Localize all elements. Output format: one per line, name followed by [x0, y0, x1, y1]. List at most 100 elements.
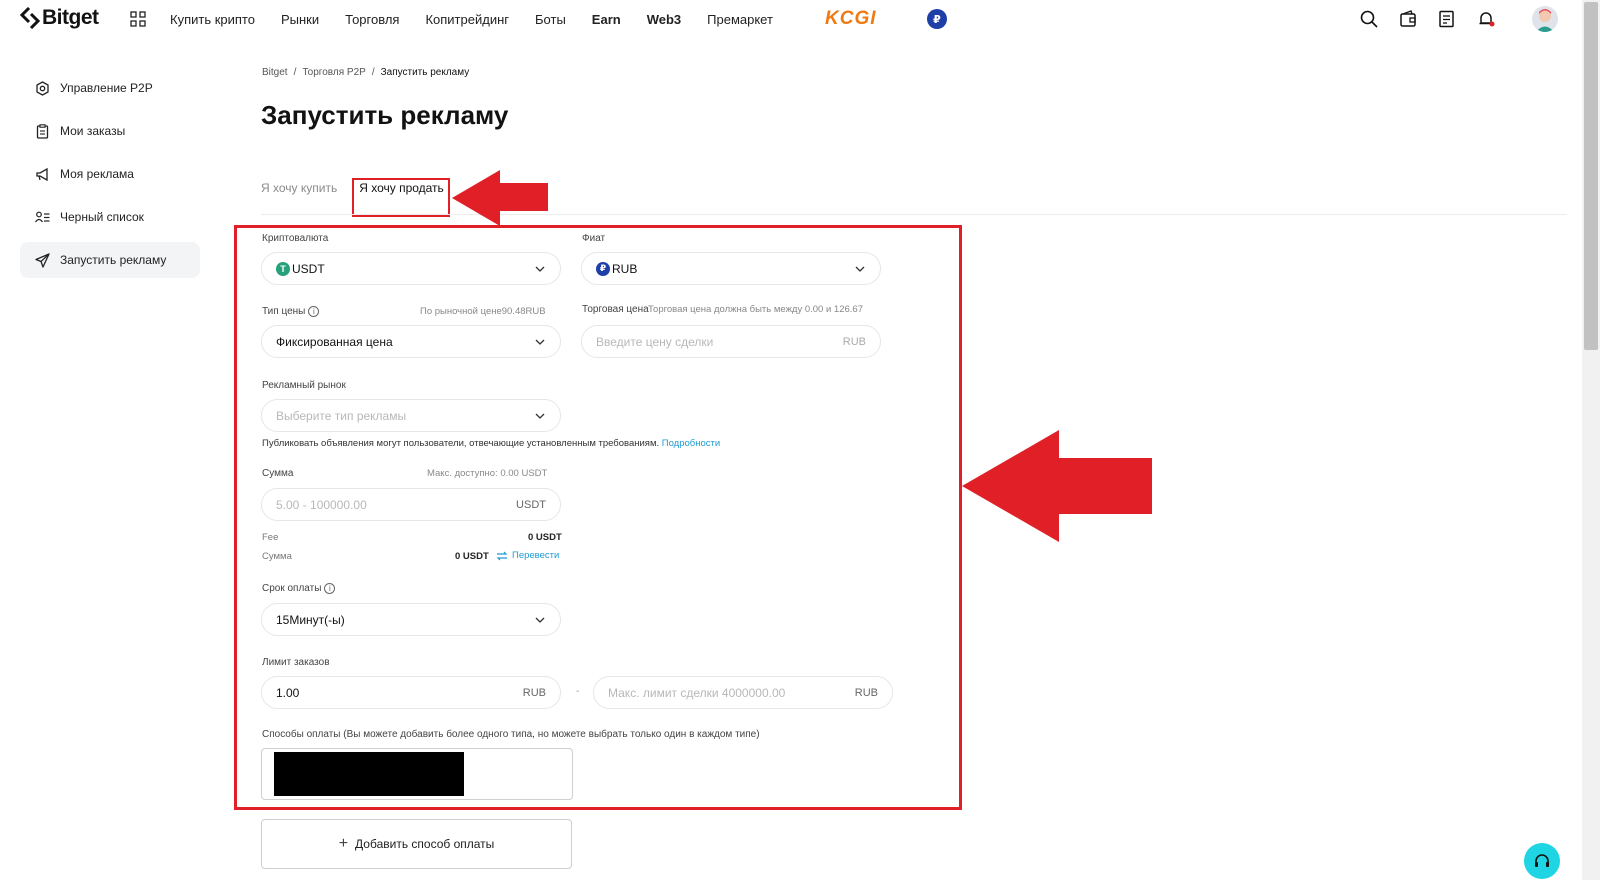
amount-label: Сумма: [262, 468, 294, 479]
sidebar-item-my-orders[interactable]: Мои заказы: [20, 113, 200, 149]
page-scrollbar[interactable]: [1582, 0, 1600, 880]
payment-term-select[interactable]: 15Минут(-ы): [261, 603, 561, 636]
usdt-coin-icon: T: [276, 261, 290, 276]
user-avatar[interactable]: [1532, 6, 1558, 32]
order-limit-max-input[interactable]: Макс. лимит сделки 4000000.00 RUB: [593, 676, 893, 709]
top-nav: Bitget Купить крипто Рынки Торговля Копи…: [0, 0, 1570, 40]
apps-grid-icon[interactable]: [130, 11, 146, 27]
payment-term-label: Срок оплаты i: [262, 583, 336, 594]
plus-icon: +: [338, 835, 349, 852]
ad-market-label: Рекламный рынок: [262, 380, 346, 391]
market-price-hint: По рыночной цене90.48RUB: [420, 306, 546, 317]
kcgi-promo[interactable]: KCGI: [825, 8, 877, 30]
nav-premarket[interactable]: Премаркет: [707, 12, 773, 27]
wallet-icon[interactable]: [1397, 8, 1419, 30]
fiat-select[interactable]: ₽ RUB: [581, 252, 881, 285]
nav-markets[interactable]: Рынки: [281, 12, 319, 27]
nav-menu: Купить крипто Рынки Торговля Копитрейдин…: [170, 0, 799, 38]
sell-tab-highlight-box: [352, 178, 450, 217]
sidebar-item-label: Запустить рекламу: [60, 253, 167, 267]
trade-price-label: Торговая цена: [582, 304, 649, 315]
notification-bell-icon[interactable]: [1475, 8, 1497, 30]
breadcrumb: Bitget / Торговля P2P / Запустить реклам…: [262, 67, 475, 78]
order-limit-min-value: 1.00: [276, 685, 300, 700]
support-chat-button[interactable]: [1524, 843, 1560, 879]
sidebar: Управление P2P Мои заказы Моя реклама Че…: [20, 70, 200, 285]
transfer-link[interactable]: Перевести: [496, 550, 559, 561]
price-type-value: Фиксированная цена: [276, 334, 393, 349]
crypto-select[interactable]: T USDT: [261, 252, 561, 285]
brand-name: Bitget: [42, 6, 99, 29]
order-limit-min-input[interactable]: 1.00 RUB: [261, 676, 561, 709]
transfer-icon: [496, 551, 508, 560]
tab-buy[interactable]: Я хочу купить: [261, 181, 337, 195]
sidebar-item-blacklist[interactable]: Черный список: [20, 199, 200, 235]
fee-label: Fee: [262, 532, 279, 543]
breadcrumb-home[interactable]: Bitget: [262, 67, 288, 78]
chevron-down-icon: [535, 413, 545, 419]
crypto-label: Криптовалюта: [262, 233, 329, 244]
info-icon[interactable]: i: [324, 583, 336, 594]
nav-copy-trading[interactable]: Копитрейдинг: [425, 12, 509, 27]
page-title: Запустить рекламу: [261, 100, 509, 130]
nav-earn[interactable]: Earn: [592, 12, 621, 27]
chevron-down-icon: [535, 339, 545, 345]
max-available-hint: Макс. доступно: 0.00 USDT: [427, 468, 548, 479]
search-icon[interactable]: [1358, 8, 1380, 30]
sidebar-item-label: Мои заказы: [60, 124, 126, 138]
fiat-value: RUB: [612, 261, 638, 276]
annotation-arrow-tab: [452, 170, 548, 226]
sidebar-item-label: Моя реклама: [60, 167, 134, 181]
crypto-value: USDT: [292, 261, 325, 276]
settings-icon: [34, 80, 50, 96]
nav-web3[interactable]: Web3: [647, 12, 681, 27]
amount-input[interactable]: 5.00 - 100000.00 USDT: [261, 488, 561, 521]
trade-price-input[interactable]: Введите цену сделки RUB: [581, 325, 881, 358]
orders-icon[interactable]: [1436, 8, 1458, 30]
nav-buy-crypto[interactable]: Купить крипто: [170, 12, 255, 27]
order-limit-label: Лимит заказов: [262, 657, 330, 668]
breadcrumb-separator: /: [371, 67, 375, 78]
trade-price-unit: RUB: [842, 335, 866, 348]
top-icons: [1358, 8, 1514, 30]
ad-market-select[interactable]: Выберите тип рекламы: [261, 399, 561, 432]
sidebar-item-launch-ad[interactable]: Запустить рекламу: [20, 242, 200, 278]
annotation-arrow-form: [962, 430, 1152, 542]
rub-currency-icon[interactable]: ₽: [927, 9, 947, 29]
nav-bots[interactable]: Боты: [535, 12, 566, 27]
fee-value: 0 USDT: [528, 532, 562, 543]
price-type-label: Тип цены i: [262, 306, 320, 317]
price-type-select[interactable]: Фиксированная цена: [261, 325, 561, 358]
amount-unit: USDT: [516, 498, 546, 511]
trade-price-hint: Торговая цена должна быть между 0.00 и 1…: [648, 304, 863, 315]
fiat-label: Фиат: [582, 233, 606, 244]
breadcrumb-p2p[interactable]: Торговля P2P: [302, 67, 365, 78]
chevron-down-icon: [535, 617, 545, 623]
ad-market-placeholder: Выберите тип рекламы: [276, 408, 407, 423]
total-value: 0 USDT: [455, 551, 489, 562]
scrollbar-thumb[interactable]: [1584, 2, 1598, 350]
transfer-label: Перевести: [512, 550, 560, 561]
amount-placeholder: 5.00 - 100000.00: [276, 497, 367, 512]
sidebar-item-my-ads[interactable]: Моя реклама: [20, 156, 200, 192]
payment-methods-label: Способы оплаты (Вы можете добавить более…: [262, 729, 760, 740]
chevron-down-icon: [535, 266, 545, 272]
details-link[interactable]: Подробности: [662, 438, 720, 449]
total-label: Сумма: [262, 551, 292, 562]
breadcrumb-separator: /: [293, 67, 297, 78]
page: Bitget Купить крипто Рынки Торговля Копи…: [0, 0, 1600, 880]
ad-market-note-text: Публиковать объявления могут пользовател…: [262, 438, 660, 449]
payment-method-card[interactable]: [261, 748, 573, 800]
info-icon[interactable]: i: [308, 306, 320, 317]
breadcrumb-current: Запустить рекламу: [380, 67, 470, 78]
add-payment-method-button[interactable]: + Добавить способ оплаты: [261, 819, 572, 869]
nav-trade[interactable]: Торговля: [345, 12, 399, 27]
user-list-icon: [34, 209, 50, 225]
headset-icon: [1535, 854, 1549, 867]
clipboard-icon: [34, 123, 50, 139]
order-limit-max-unit: RUB: [854, 686, 878, 699]
sidebar-item-p2p-management[interactable]: Управление P2P: [20, 70, 200, 106]
megaphone-icon: [34, 166, 50, 182]
bitget-logo[interactable]: Bitget: [20, 6, 99, 30]
redacted-payment-info: [274, 752, 464, 796]
